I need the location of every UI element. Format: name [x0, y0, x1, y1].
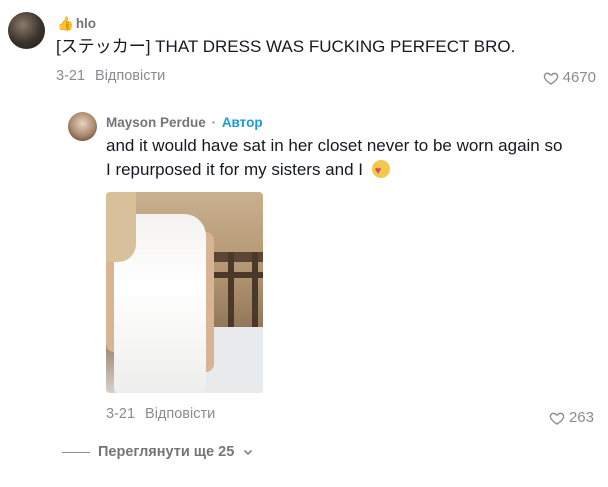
- reply-button[interactable]: Відповісти: [145, 406, 215, 422]
- heart-icon: [543, 72, 558, 85]
- like-count: 4670: [562, 69, 596, 86]
- comment-text: [ステッカー] THAT DRESS WAS FUCKING PERFECT B…: [56, 37, 516, 56]
- thumbs-up-icon: 👍: [57, 16, 74, 31]
- divider-line: [62, 451, 90, 453]
- view-more-replies-button[interactable]: Переглянути ще 25: [62, 444, 254, 460]
- username-text: Mayson Perdue: [106, 115, 206, 130]
- like-count: 263: [568, 409, 594, 426]
- username-text: hlo: [75, 16, 97, 31]
- reply-date: 3-21: [106, 406, 136, 422]
- like-button[interactable]: 4670: [543, 69, 596, 86]
- reply-image[interactable]: [106, 192, 263, 393]
- chevron-down-icon: [244, 449, 253, 456]
- comment-date: 3-21: [56, 68, 86, 84]
- avatar[interactable]: [8, 12, 45, 49]
- avatar[interactable]: [68, 112, 97, 141]
- view-more-label: Переглянути ще 25: [98, 444, 235, 460]
- comment-username[interactable]: 👍 hlo: [57, 16, 96, 32]
- separator-dot: ·: [211, 115, 217, 130]
- author-badge: Автор: [221, 115, 263, 130]
- reply-username[interactable]: Mayson Perdue · Автор: [106, 115, 263, 130]
- like-button[interactable]: 263: [549, 409, 594, 426]
- reply-text-body: and it would have sat in her closet neve…: [106, 136, 563, 179]
- comment-meta: 3-21 Відповісти: [56, 68, 165, 84]
- photo-hair: [106, 192, 136, 262]
- smiling-face-with-hearts-icon: [371, 159, 390, 183]
- reply-meta: 3-21 Відповісти: [106, 406, 215, 422]
- reply-button[interactable]: Відповісти: [95, 68, 165, 84]
- heart-icon: [549, 412, 565, 425]
- reply-text: and it would have sat in her closet neve…: [106, 134, 566, 183]
